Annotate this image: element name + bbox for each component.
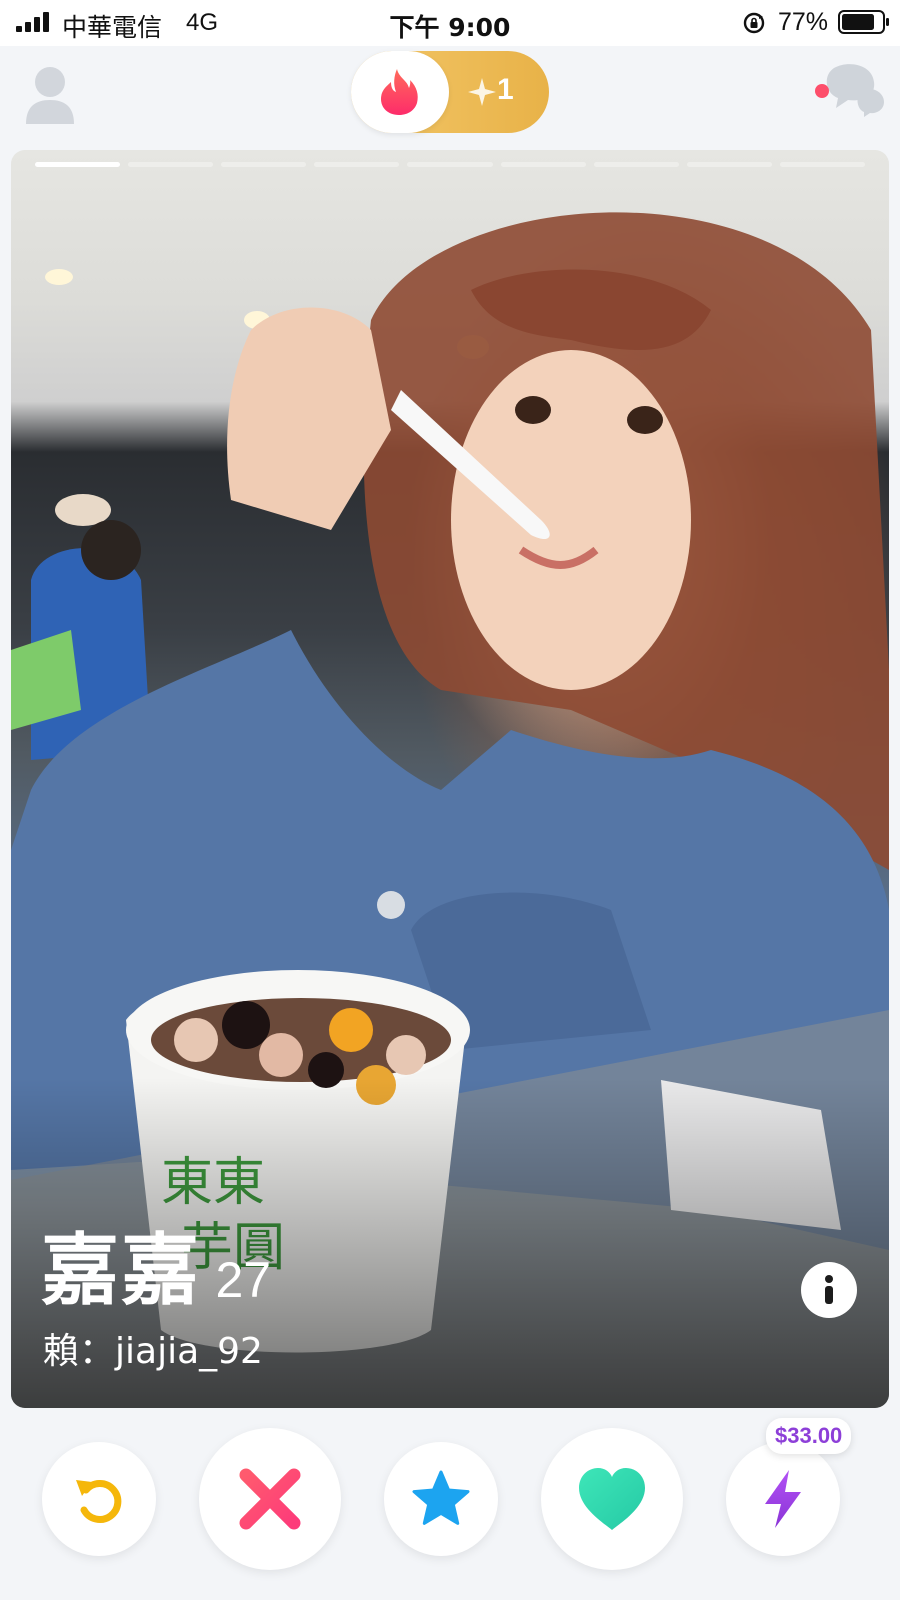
messages-icon[interactable] xyxy=(814,62,886,118)
boost-button[interactable] xyxy=(726,1442,840,1556)
flame-logo-icon xyxy=(381,69,418,115)
rewind-icon xyxy=(76,1480,122,1523)
boost-price-badge: $33.00 xyxy=(766,1418,852,1454)
discovery-mode-toggle: 1 xyxy=(351,51,549,133)
close-icon xyxy=(239,1468,301,1530)
info-icon xyxy=(825,1275,833,1304)
profile-info-button[interactable] xyxy=(801,1262,857,1318)
photo-progress-segment xyxy=(221,162,307,167)
rewind-button[interactable] xyxy=(42,1442,156,1556)
heart-icon xyxy=(579,1468,645,1530)
profile-age: 27 xyxy=(215,1252,272,1308)
super-like-button[interactable] xyxy=(384,1442,498,1556)
battery-percentage: 77% xyxy=(778,8,829,36)
photo-progress-segment xyxy=(500,162,586,167)
battery-icon xyxy=(838,10,889,34)
gold-likes-count: 1 xyxy=(497,73,514,106)
gold-likes-tab[interactable]: 1 xyxy=(449,51,549,133)
profile-icon[interactable] xyxy=(24,62,76,126)
photo-progress-segment xyxy=(686,162,772,167)
profile-card[interactable]: 東東 芋圓 嘉嘉 27 賴：jiajia_92 xyxy=(11,150,889,1408)
photo-progress-segment xyxy=(779,162,865,167)
photo-progress-segment xyxy=(593,162,679,167)
like-button[interactable] xyxy=(541,1428,683,1570)
nope-button[interactable] xyxy=(199,1428,341,1570)
profile-bio: 賴：jiajia_92 xyxy=(43,1331,263,1372)
sparkle-icon xyxy=(468,78,496,106)
top-navigation: 1 xyxy=(0,46,900,146)
star-icon xyxy=(412,1470,470,1525)
profile-name-row: 嘉嘉 27 xyxy=(41,1208,271,1320)
rotation-lock-icon xyxy=(743,12,765,34)
status-bar: 中華電信 4G 下午 9:00 77% xyxy=(0,0,900,46)
photo-progress-segment xyxy=(35,162,121,167)
photo-progress-segment xyxy=(128,162,214,167)
photo-progress-segment xyxy=(407,162,493,167)
lightning-bolt-icon xyxy=(765,1470,801,1528)
photo-progress-bar xyxy=(35,162,865,167)
photo-progress-segment xyxy=(314,162,400,167)
tinder-discover-tab[interactable] xyxy=(351,51,449,133)
profile-name: 嘉嘉 xyxy=(41,1226,202,1316)
